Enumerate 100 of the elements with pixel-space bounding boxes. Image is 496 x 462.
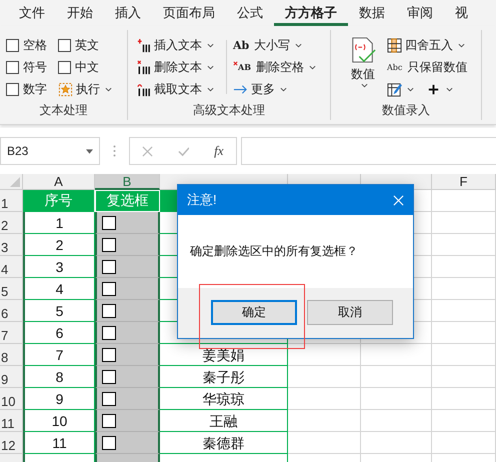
- document-check-icon: [350, 36, 376, 64]
- ribbon-tab[interactable]: 视: [444, 0, 479, 26]
- table-header-cell: 复选框: [95, 190, 160, 212]
- column-header[interactable]: F: [432, 174, 496, 190]
- table-cell: [361, 366, 432, 388]
- caret-icon: [207, 86, 214, 92]
- ribbon-tab[interactable]: 数据: [348, 0, 396, 26]
- option-checkbox[interactable]: 中文: [58, 58, 128, 76]
- text-menu-button[interactable]: 截取文本: [136, 78, 226, 100]
- table-cell: [432, 256, 496, 278]
- table-cell: [432, 212, 496, 234]
- table-cell: [432, 410, 496, 432]
- row-header[interactable]: 11: [0, 410, 23, 432]
- text-menu-button[interactable]: 删除文本: [136, 56, 226, 78]
- close-icon[interactable]: [393, 194, 404, 206]
- row-header[interactable]: 5: [0, 278, 23, 300]
- table-cell: [361, 432, 432, 454]
- dialog-message: 确定删除选区中的所有复选框？: [190, 243, 358, 260]
- option-checkbox[interactable]: 符号: [6, 58, 58, 76]
- grid-icon: [387, 38, 402, 52]
- text-bars-icon: [136, 82, 151, 96]
- table-cell: [432, 190, 496, 212]
- row-header[interactable]: 2: [0, 212, 23, 234]
- row-header[interactable]: 6: [0, 300, 23, 322]
- ribbon-tab[interactable]: 公式: [226, 0, 274, 26]
- text-menu-button[interactable]: 插入文本: [136, 34, 226, 56]
- row-header[interactable]: 9: [0, 366, 23, 388]
- table-cell: 王融: [160, 410, 288, 432]
- checkbox[interactable]: [102, 260, 116, 274]
- row-header[interactable]: 4: [0, 256, 23, 278]
- table-cell: [361, 388, 432, 410]
- run-button[interactable]: 执行: [58, 78, 128, 100]
- caret-icon: [280, 86, 287, 92]
- number-button[interactable]: 数值: [345, 36, 381, 102]
- group-label: 文本处理: [38, 102, 88, 119]
- corner-triangle-icon: [10, 177, 20, 187]
- dialog-button[interactable]: 确定: [211, 300, 297, 325]
- checkbox[interactable]: [102, 282, 116, 296]
- caret-icon: [105, 86, 112, 92]
- insert-function-button[interactable]: fx: [214, 143, 224, 159]
- group-label: 高级文本处理: [192, 102, 266, 119]
- checkbox[interactable]: [102, 436, 116, 450]
- option-checkbox[interactable]: 英文: [58, 36, 128, 54]
- checkbox[interactable]: [102, 326, 116, 340]
- more-button[interactable]: 更多: [233, 78, 323, 100]
- table-cell: [432, 366, 496, 388]
- table-cell: [432, 322, 496, 344]
- row-header[interactable]: 3: [0, 234, 23, 256]
- checkbox[interactable]: [102, 370, 116, 384]
- caret-icon: [295, 42, 302, 48]
- table-cell: [361, 344, 432, 366]
- row-header[interactable]: 12: [0, 432, 23, 454]
- checkbox[interactable]: [102, 348, 116, 362]
- ribbon-tab[interactable]: 文件: [8, 0, 56, 26]
- dialog-title: 注意!: [187, 191, 217, 209]
- check-icon[interactable]: [178, 146, 190, 156]
- row-header[interactable]: 10: [0, 388, 23, 410]
- ribbon-tab[interactable]: 插入: [104, 0, 152, 26]
- table-cell: [432, 432, 496, 454]
- checkbox[interactable]: [102, 238, 116, 252]
- text-bars-icon: [136, 38, 151, 52]
- table-cell: [432, 234, 496, 256]
- round-button[interactable]: 四舍五入: [387, 34, 468, 56]
- case-menu-button[interactable]: Ab 大小写: [233, 34, 323, 56]
- cross-icon: [233, 61, 238, 66]
- remove-spaces-button[interactable]: AB 删除空格: [233, 56, 323, 78]
- checkbox[interactable]: [102, 216, 116, 230]
- table-cell: 姜美娟: [160, 344, 288, 366]
- checkbox[interactable]: [102, 304, 116, 318]
- column-header[interactable]: B: [95, 174, 160, 190]
- caret-icon: [308, 64, 316, 70]
- row-header[interactable]: 1: [0, 190, 23, 212]
- grip-icon: [113, 145, 116, 157]
- row-header[interactable]: 8: [0, 344, 23, 366]
- caret-icon: [207, 42, 214, 48]
- column-header[interactable]: A: [23, 174, 95, 190]
- table-cell: [432, 388, 496, 410]
- checkbox[interactable]: [102, 414, 116, 428]
- keep-numbers-button[interactable]: Abc 只保留数值: [387, 56, 468, 78]
- row-header[interactable]: 7: [0, 322, 23, 344]
- ribbon-tab[interactable]: 开始: [56, 0, 104, 26]
- caret-icon: [458, 42, 465, 48]
- ribbon-tab[interactable]: 审阅: [396, 0, 444, 26]
- table-cell: 华琼琼: [160, 388, 288, 410]
- dropdown-icon: [86, 148, 93, 154]
- table-cell: [432, 300, 496, 322]
- caret-icon: [446, 86, 453, 92]
- option-checkbox[interactable]: 数字: [6, 80, 58, 98]
- dialog-button[interactable]: 取消: [307, 300, 393, 325]
- caret-icon: [360, 83, 368, 88]
- caret-icon: [407, 86, 414, 92]
- caret-icon: [207, 64, 214, 70]
- formula-input[interactable]: [241, 137, 496, 165]
- table-header-cell: 序号: [23, 190, 95, 212]
- table-pencil-icon: [387, 82, 402, 96]
- ribbon-tab[interactable]: 页面布局: [152, 0, 226, 26]
- table-cell: [432, 278, 496, 300]
- checkbox[interactable]: [102, 392, 116, 406]
- name-box[interactable]: B23: [0, 137, 100, 165]
- option-checkbox[interactable]: 空格: [6, 36, 58, 54]
